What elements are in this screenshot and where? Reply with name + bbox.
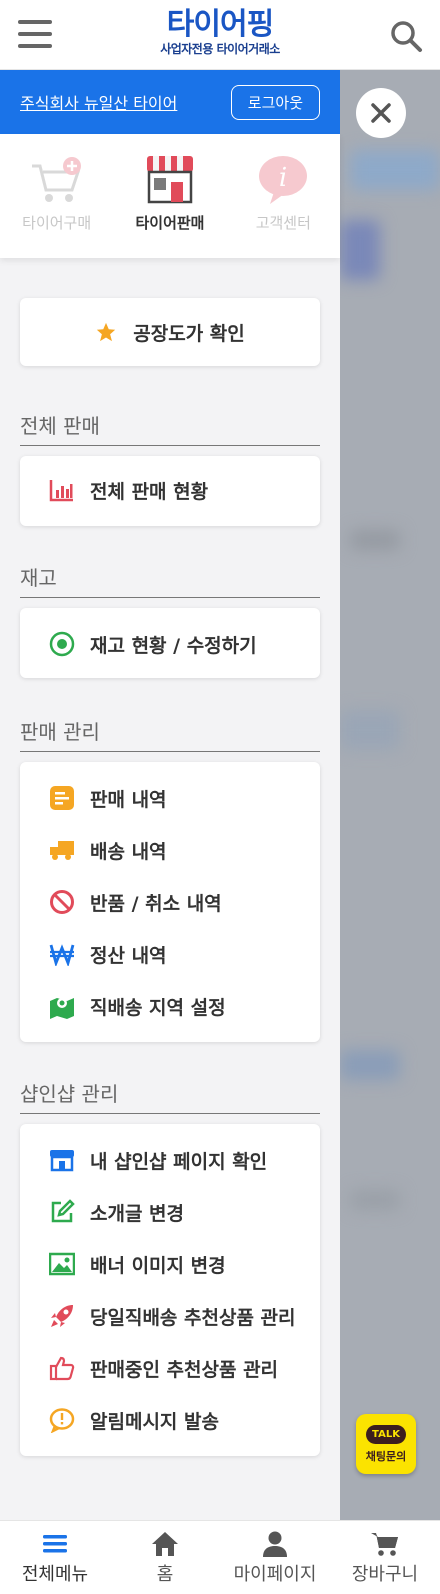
section-title-total-sales: 전체 판매 xyxy=(20,410,320,446)
logout-button[interactable]: 로그아웃 xyxy=(230,84,320,120)
radio-target-icon xyxy=(48,630,76,658)
menu-label: 판매 내역 xyxy=(90,788,167,811)
menu-label: 알림메시지 발송 xyxy=(90,1410,219,1433)
mode-label-buy: 타이어구매 xyxy=(22,214,92,232)
mode-tab-support[interactable]: i 고객센터 xyxy=(233,152,333,233)
menu-item-same-day-recommend[interactable]: 당일직배송 추천상품 관리 xyxy=(20,1290,320,1342)
document-icon xyxy=(48,784,76,812)
menu-item-return-cancel[interactable]: 반품 / 취소 내역 xyxy=(20,876,320,928)
nav-label: 홈 xyxy=(156,1563,174,1585)
mode-tab-sell[interactable]: 타이어판매 xyxy=(120,152,220,233)
store-icon xyxy=(146,156,193,204)
nav-label: 전체메뉴 xyxy=(21,1563,89,1585)
side-drawer: 주식회사 뉴일산 타이어 로그아웃 타이어구매 타이어판매 i 고객센터 공장도… xyxy=(0,70,340,1520)
thumbs-up-icon xyxy=(48,1354,76,1382)
factory-price-label: 공장도가 확인 xyxy=(133,322,245,345)
mode-tabs: 타이어구매 타이어판매 i 고객센터 xyxy=(0,134,340,258)
shop-front-icon xyxy=(48,1146,76,1174)
mode-label-sell: 타이어판매 xyxy=(135,214,205,232)
menu-item-total-sales-status[interactable]: 전체 판매 현황 xyxy=(20,456,320,524)
nav-my-page[interactable]: 마이페이지 xyxy=(220,1521,330,1594)
menu-item-banner-edit[interactable]: 배너 이미지 변경 xyxy=(20,1238,320,1290)
menu-label: 정산 내역 xyxy=(90,944,167,967)
logo-sub-text: 사업자전용 타이어거래소 xyxy=(160,42,280,56)
background-page-overlay[interactable] xyxy=(340,70,440,1520)
bottom-nav: 전체메뉴 홈 마이페이지 장바구니 xyxy=(0,1520,440,1594)
nav-all-menu[interactable]: 전체메뉴 xyxy=(0,1521,110,1594)
sales-mgmt-card: 판매 내역 배송 내역 반품 / 취소 내역 정산 내역 직배송 지역 설정 xyxy=(20,762,320,1042)
won-currency-icon xyxy=(48,940,76,968)
shop-mgmt-card: 내 샵인샵 페이지 확인 소개글 변경 배너 이미지 변경 당일직배송 추천상품… xyxy=(20,1124,320,1456)
search-icon[interactable] xyxy=(388,18,424,54)
nav-label: 장바구니 xyxy=(351,1563,419,1585)
svg-text:i: i xyxy=(279,163,287,193)
menu-item-intro-edit[interactable]: 소개글 변경 xyxy=(20,1186,320,1238)
menu-item-selling-recommend[interactable]: 판매중인 추천상품 관리 xyxy=(20,1342,320,1394)
menu-icon xyxy=(43,1534,67,1552)
section-title-stock: 재고 xyxy=(20,562,320,598)
menu-label: 소개글 변경 xyxy=(90,1202,185,1225)
menu-label: 당일직배송 추천상품 관리 xyxy=(90,1306,296,1329)
nav-home[interactable]: 홈 xyxy=(110,1521,220,1594)
menu-label: 전체 판매 현황 xyxy=(90,480,209,503)
menu-label: 반품 / 취소 내역 xyxy=(90,892,222,915)
map-pin-icon xyxy=(48,992,76,1020)
store-bar: 주식회사 뉴일산 타이어 로그아웃 xyxy=(0,70,340,134)
stock-card: 재고 현황 / 수정하기 xyxy=(20,608,320,678)
menu-label: 배송 내역 xyxy=(90,840,167,863)
nav-cart[interactable]: 장바구니 xyxy=(330,1521,440,1594)
menu-label: 판매중인 추천상품 관리 xyxy=(90,1358,279,1381)
mode-label-support: 고객센터 xyxy=(255,214,311,232)
menu-label: 내 샵인샵 페이지 확인 xyxy=(90,1150,268,1173)
nav-label: 마이페이지 xyxy=(233,1563,317,1585)
hamburger-menu-icon[interactable] xyxy=(18,20,52,48)
menu-item-delivery-history[interactable]: 배송 내역 xyxy=(20,824,320,876)
prohibited-icon xyxy=(48,888,76,916)
menu-item-notification-send[interactable]: 알림메시지 발송 xyxy=(20,1394,320,1446)
kakao-chat-label: 채팅문의 xyxy=(365,1449,407,1463)
menu-item-my-shop-page[interactable]: 내 샵인샵 페이지 확인 xyxy=(20,1134,320,1186)
rocket-icon xyxy=(48,1302,76,1330)
user-icon xyxy=(263,1531,287,1557)
logo-main-text: 타이어핑 xyxy=(166,7,274,42)
info-bubble-icon: i xyxy=(259,156,308,204)
store-name-link[interactable]: 주식회사 뉴일산 타이어 xyxy=(20,90,177,114)
menu-label: 배너 이미지 변경 xyxy=(90,1254,226,1277)
kakao-talk-icon: TALK xyxy=(366,1424,406,1444)
image-icon xyxy=(48,1250,76,1278)
mode-tab-buy[interactable]: 타이어구매 xyxy=(7,152,107,233)
section-title-sales-mgmt: 판매 관리 xyxy=(20,716,320,752)
total-sales-card: 전체 판매 현황 xyxy=(20,456,320,526)
delivery-truck-icon xyxy=(48,836,76,864)
logo[interactable]: 타이어핑 사업자전용 타이어거래소 xyxy=(150,7,290,57)
cart-icon xyxy=(371,1532,398,1556)
factory-price-button[interactable]: 공장도가 확인 xyxy=(20,298,320,366)
section-title-shop-mgmt: 샵인샵 관리 xyxy=(20,1078,320,1114)
alert-bubble-icon xyxy=(48,1406,76,1434)
top-header: 타이어핑 사업자전용 타이어거래소 xyxy=(0,0,440,70)
close-drawer-button[interactable] xyxy=(356,88,406,138)
kakao-chat-button[interactable]: TALK 채팅문의 xyxy=(356,1414,416,1474)
menu-label: 직배송 지역 설정 xyxy=(90,996,226,1019)
menu-item-stock-edit[interactable]: 재고 현황 / 수정하기 xyxy=(20,608,320,680)
star-icon xyxy=(97,322,116,342)
menu-item-sales-history[interactable]: 판매 내역 xyxy=(20,772,320,824)
edit-pencil-icon xyxy=(48,1198,76,1226)
home-icon xyxy=(152,1531,178,1556)
shopping-cart-icon xyxy=(31,157,81,202)
drawer-content: 공장도가 확인 전체 판매 전체 판매 현황 재고 재고 현황 / 수정하기 판… xyxy=(0,258,340,1456)
menu-label: 재고 현황 / 수정하기 xyxy=(90,634,257,657)
menu-item-settlement[interactable]: 정산 내역 xyxy=(20,928,320,980)
close-icon xyxy=(371,103,391,123)
bar-chart-icon xyxy=(48,476,76,504)
menu-item-delivery-region[interactable]: 직배송 지역 설정 xyxy=(20,980,320,1032)
